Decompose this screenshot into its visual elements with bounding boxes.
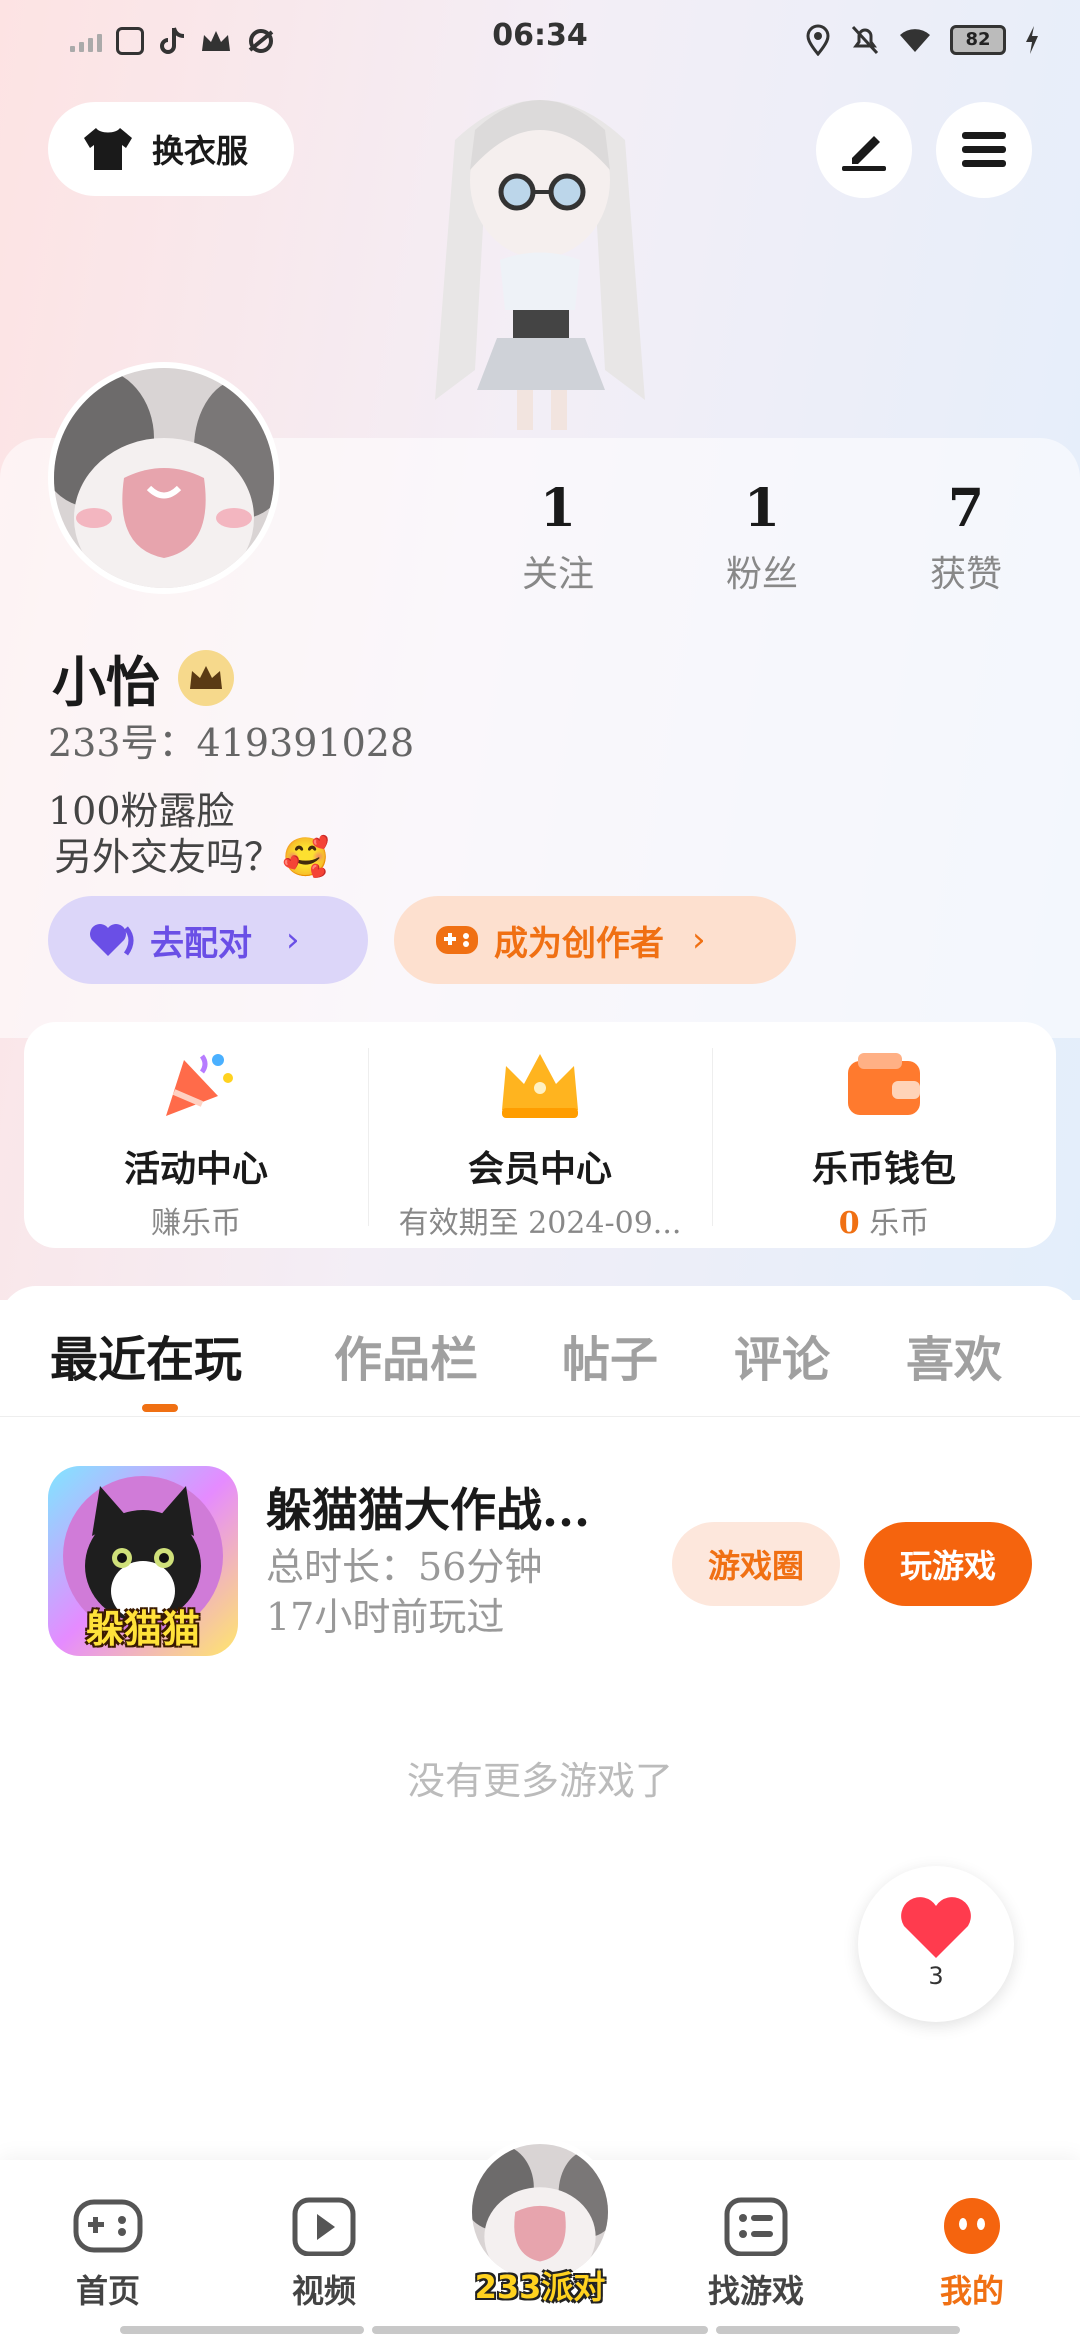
nav-home-label: 首页	[75, 2272, 140, 2310]
followers-count: 1	[743, 478, 781, 539]
nav-party-label: 233派对	[474, 2268, 606, 2306]
like-floating-button[interactable]: 3	[858, 1866, 1014, 2022]
gesture-bar-right	[716, 2326, 960, 2334]
activity-center-title: 活动中心	[123, 1148, 268, 1190]
hamburger-menu-icon	[962, 132, 1006, 167]
activity-center-entry[interactable]: 活动中心 赚乐币	[24, 1022, 368, 1248]
active-tab-indicator	[142, 1404, 178, 1412]
user-name: 小怡	[52, 650, 160, 714]
game-icon-label: 躲猫猫	[85, 1606, 200, 1651]
like-count: 3	[928, 1962, 944, 1990]
profile-tabs: 最近在玩 作品栏 帖子 评论 喜欢	[0, 1286, 1080, 1417]
nav-find-games-label: 找游戏	[707, 2272, 804, 2310]
become-creator-button[interactable]: 成为创作者 ›	[394, 896, 796, 984]
video-play-icon	[292, 2197, 356, 2257]
game-circle-button[interactable]: 游戏圈	[672, 1522, 840, 1606]
nav-mine[interactable]: 我的	[902, 2196, 1042, 2312]
activity-center-sub: 赚乐币	[151, 1206, 241, 1241]
change-outfit-label: 换衣服	[152, 132, 249, 170]
heart-icon	[901, 1897, 971, 1958]
gesture-bar-center	[372, 2326, 708, 2334]
quick-entry-card: 活动中心 赚乐币 会员中心 有效期至 2024-09... 乐币钱包 0 乐币	[24, 1022, 1056, 1248]
game-list-icon	[724, 2197, 788, 2257]
recent-game-item[interactable]: 躲猫猫 躲猫猫大作战... 总时长：56分钟 17小时前玩过 游戏圈 玩游戏	[48, 1466, 1048, 1656]
vip-crown-icon	[502, 1054, 578, 1118]
name-row: 小怡	[52, 638, 234, 717]
chevron-right-icon: ›	[286, 920, 300, 960]
heart-match-icon	[90, 924, 134, 956]
following-count: 1	[539, 478, 577, 539]
game-icon[interactable]: 躲猫猫	[48, 1466, 238, 1656]
avatar-3d-character[interactable]	[405, 70, 675, 440]
menu-button[interactable]	[936, 102, 1032, 198]
game-last-played: 17小时前玩过	[266, 1595, 505, 1639]
nav-video[interactable]: 视频	[254, 2196, 394, 2312]
nav-home[interactable]: 首页	[38, 2196, 178, 2312]
battery-icon: 82	[950, 25, 1006, 55]
wallet-sub: 0 乐币	[712, 1198, 1056, 1242]
wallet-balance: 0	[838, 1206, 860, 1241]
following-label: 关注	[521, 554, 594, 595]
tab-comments[interactable]: 评论	[734, 1320, 830, 1390]
location-icon	[806, 24, 830, 56]
wifi-icon	[900, 29, 930, 52]
gesture-bar-left	[120, 2326, 364, 2334]
status-bar: 06:34 82	[0, 0, 1080, 80]
vip-crown-badge[interactable]	[178, 649, 234, 706]
charging-icon	[1026, 26, 1038, 54]
tshirt-icon	[84, 128, 132, 170]
edit-profile-button[interactable]	[816, 102, 912, 198]
bio-line-2: 另外交友吗？🥰	[54, 835, 330, 879]
party-popper-icon	[166, 1054, 233, 1116]
game-play-time: 总时长：56分钟	[266, 1545, 543, 1589]
tab-likes[interactable]: 喜欢	[906, 1320, 1002, 1390]
nav-mine-label: 我的	[939, 2272, 1004, 2310]
nav-find-games[interactable]: 找游戏	[686, 2196, 826, 2312]
vip-center-entry[interactable]: 会员中心 有效期至 2024-09...	[368, 1022, 712, 1248]
tab-recent-play[interactable]: 最近在玩	[50, 1320, 242, 1390]
mine-face-icon	[944, 2198, 1000, 2254]
wallet-title: 乐币钱包	[811, 1148, 956, 1190]
gamepad-nav-icon	[73, 2199, 143, 2253]
tab-posts[interactable]: 帖子	[562, 1320, 658, 1390]
likes-label: 获赞	[929, 554, 1002, 595]
stat-followers[interactable]: 1 粉丝	[682, 478, 842, 597]
tab-works[interactable]: 作品栏	[334, 1320, 478, 1390]
vip-center-title: 会员中心	[467, 1148, 612, 1190]
no-more-games-text: 没有更多游戏了	[406, 1759, 673, 1803]
wallet-entry[interactable]: 乐币钱包 0 乐币	[712, 1022, 1056, 1248]
vip-center-sub: 有效期至 2024-09...	[398, 1206, 682, 1241]
edit-icon	[842, 136, 886, 171]
status-right-icons: 82	[804, 24, 1040, 56]
cat-avatar-image	[54, 368, 274, 588]
change-outfit-button[interactable]: 换衣服	[48, 102, 294, 196]
chevron-right-icon: ›	[692, 920, 706, 960]
likes-count: 7	[947, 478, 985, 539]
followers-label: 粉丝	[725, 554, 798, 595]
wallet-unit: 乐币	[869, 1206, 930, 1241]
mute-bell-icon	[851, 25, 879, 55]
gamepad-icon	[436, 926, 478, 954]
become-creator-label: 成为创作者	[494, 923, 664, 964]
user-id: 233号：419391028	[48, 721, 415, 765]
match-button[interactable]: 去配对 ›	[48, 896, 368, 984]
party-avatar-image	[472, 2144, 608, 2280]
game-title: 躲猫猫大作战...	[266, 1483, 591, 1537]
content-section: 最近在玩 作品栏 帖子 评论 喜欢 躲猫猫 躲猫猫大作战... 总时长：56分钟…	[0, 1286, 1080, 2186]
crown-icon	[190, 665, 222, 689]
nav-video-label: 视频	[291, 2272, 356, 2310]
play-game-button[interactable]: 玩游戏	[864, 1522, 1032, 1606]
profile-avatar[interactable]	[48, 362, 280, 594]
stat-following[interactable]: 1 关注	[478, 478, 638, 597]
stat-likes[interactable]: 7 获赞	[886, 478, 1046, 597]
match-label: 去配对	[150, 923, 252, 964]
wallet-icon	[848, 1053, 920, 1115]
